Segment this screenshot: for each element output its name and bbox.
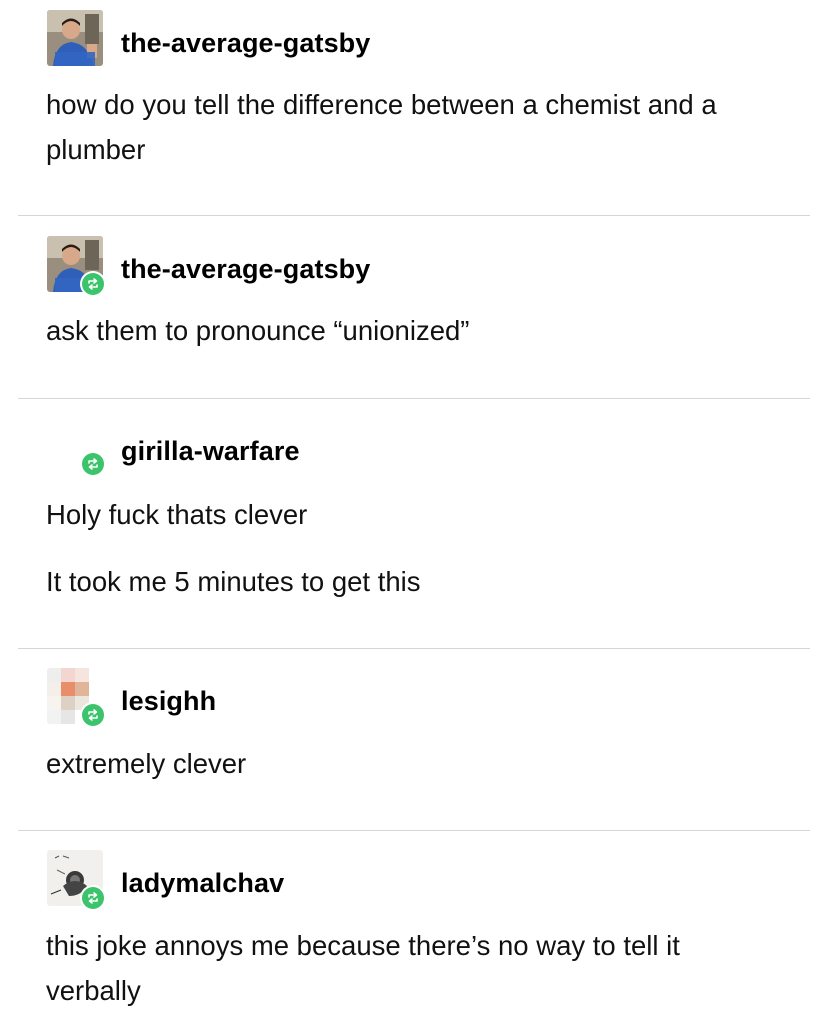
post-paragraph: It took me 5 minutes to get this — [46, 566, 421, 597]
reblog-arrows-icon — [82, 453, 104, 475]
post-paragraph: this joke annoys me because there’s no w… — [46, 930, 680, 1006]
reblog-badge — [80, 271, 106, 297]
post-body: how do you tell the difference between a… — [46, 82, 786, 172]
post-username[interactable]: the-average-gatsby — [121, 254, 370, 285]
user-avatar[interactable] — [47, 10, 103, 66]
post-paragraph: ask them to pronounce “unionized” — [46, 315, 470, 346]
post-username[interactable]: the-average-gatsby — [121, 28, 370, 59]
post-body: ask them to pronounce “unionized” — [46, 308, 786, 353]
reblog-badge — [80, 885, 106, 911]
post-divider — [18, 215, 810, 216]
reblog-arrows-icon — [82, 273, 104, 295]
post-paragraph: how do you tell the difference between a… — [46, 89, 717, 165]
reblog-arrows-icon — [82, 704, 104, 726]
post-username[interactable]: girilla-warfare — [121, 436, 300, 467]
post-paragraph: extremely clever — [46, 748, 247, 779]
post-divider — [18, 398, 810, 399]
post-body: extremely clever — [46, 741, 786, 786]
post-username[interactable]: ladymalchav — [121, 868, 284, 899]
post-body: this joke annoys me because there’s no w… — [46, 923, 776, 1013]
post-username[interactable]: lesighh — [121, 686, 216, 717]
post-divider — [18, 830, 810, 831]
reblog-thread: the-average-gatsby how do you tell the d… — [0, 0, 828, 1030]
post-divider — [18, 648, 810, 649]
reblog-arrows-icon — [82, 887, 104, 909]
post-body: Holy fuck thats clever It took me 5 minu… — [46, 492, 786, 604]
reblog-badge — [80, 451, 106, 477]
reblog-badge — [80, 702, 106, 728]
post-paragraph: Holy fuck thats clever — [46, 499, 308, 530]
